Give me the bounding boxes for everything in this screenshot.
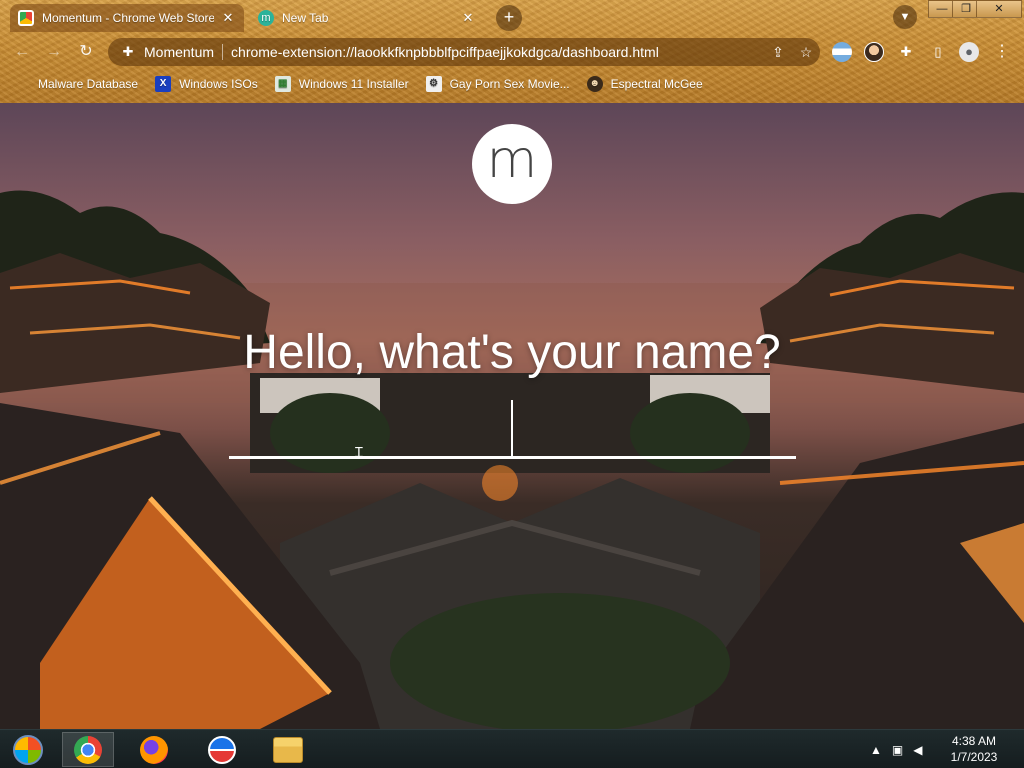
malware-database-icon [14, 76, 30, 92]
bookmark-label: Windows 11 Installer [298, 77, 409, 91]
url-text[interactable]: chrome-extension://laookkfknpbbblfpciffp… [231, 44, 764, 60]
bookmark-label: Malware Database [38, 77, 139, 91]
tab-new-tab[interactable]: m New Tab ✕ [250, 4, 484, 32]
taskbar-file-explorer[interactable] [262, 732, 314, 767]
share-icon[interactable]: ⇪ [764, 44, 792, 61]
system-tray: ▲ ▣ ◀ [870, 730, 922, 768]
text-caret [511, 400, 513, 458]
bookmark-malware-database[interactable]: Malware Database [14, 76, 138, 92]
espectral-mcgee-icon: ☻ [586, 76, 603, 92]
volume-icon[interactable]: ◀ [913, 743, 922, 757]
file-explorer-icon [273, 736, 303, 763]
back-button[interactable]: ← [10, 40, 34, 64]
star-icon[interactable]: ☆ [792, 44, 820, 61]
windows-live-icon [208, 735, 236, 764]
momentum-logo: m [472, 124, 552, 204]
windows-start-icon [13, 734, 43, 765]
close-icon[interactable]: ✕ [220, 10, 236, 26]
bookmark-site[interactable]: ⚙ Gay Porn Sex Movie... [425, 76, 570, 92]
address-bar[interactable]: ✚ Momentum chrome-extension://laookkfknp… [108, 38, 820, 66]
taskbar-firefox[interactable] [128, 732, 180, 767]
reload-button[interactable]: ↻ [74, 40, 98, 64]
momentum-dashboard: m Hello, what's your name? Ɪ [0, 103, 1024, 729]
profile-icon[interactable]: ● [959, 42, 979, 62]
bookmark-site-icon: ⚙ [425, 76, 442, 92]
bookmark-windows-11-installer[interactable]: ▦ Windows 11 Installer [274, 76, 409, 92]
tab-title: Momentum - Chrome Web Store [42, 11, 214, 25]
puzzle-icon: ✚ [122, 44, 134, 59]
firefox-icon [140, 735, 168, 764]
show-hidden-icons-icon[interactable]: ▲ [870, 743, 882, 757]
bookmark-windows-isos[interactable]: X Windows ISOs [155, 76, 258, 92]
bookmark-label: Espectral McGee [610, 77, 703, 91]
chevron-down-icon: ▼ [899, 11, 911, 23]
browser-chrome: Momentum - Chrome Web Store ✕ m New Tab … [0, 0, 1024, 103]
close-window-button[interactable]: ✕ [976, 0, 1022, 18]
chrome-web-store-icon [18, 10, 34, 26]
tab-strip: Momentum - Chrome Web Store ✕ m New Tab … [0, 0, 1024, 34]
bookmarks-bar: Malware Database X Windows ISOs ▦ Window… [0, 72, 1024, 96]
bookmark-label: Gay Porn Sex Movie... [449, 77, 570, 91]
taskbar-clock[interactable]: 4:38 AM 1/7/2023 [944, 733, 1004, 765]
menu-icon[interactable]: ⋮ [992, 42, 1012, 62]
taskbar-chrome[interactable] [62, 732, 114, 767]
site-chip[interactable]: Momentum [144, 44, 214, 60]
windows-installer-icon: ▦ [274, 76, 291, 92]
greeting-prompt: Hello, what's your name? [243, 326, 781, 379]
omnibox-divider [222, 44, 224, 60]
tab-momentum-web-store[interactable]: Momentum - Chrome Web Store ✕ [10, 4, 244, 32]
forward-button[interactable]: → [42, 40, 66, 64]
start-button[interactable] [2, 732, 54, 767]
extension-flag-icon[interactable] [832, 42, 852, 62]
network-icon[interactable]: ▣ [892, 743, 903, 757]
momentum-m-icon: m [258, 10, 274, 26]
side-panel-icon[interactable]: ▯ [928, 42, 948, 62]
windows-taskbar: ▲ ▣ ◀ 4:38 AM 1/7/2023 [0, 729, 1024, 768]
clock-date: 1/7/2023 [950, 750, 998, 764]
close-icon[interactable]: ✕ [460, 10, 476, 26]
taskbar-windows-live[interactable] [196, 732, 248, 767]
extension-avatar-icon[interactable] [864, 42, 884, 62]
mouse-ibeam-cursor: Ɪ [355, 444, 363, 460]
clock-time: 4:38 AM [951, 734, 997, 748]
tab-search-button[interactable]: ▼ [893, 5, 917, 29]
windows-isos-icon: X [155, 76, 172, 92]
bookmark-espectral-mcgee[interactable]: ☻ Espectral McGee [586, 76, 703, 92]
chrome-icon [74, 735, 102, 764]
new-tab-button[interactable]: + [496, 5, 522, 31]
tab-title: New Tab [282, 11, 329, 25]
extensions-puzzle-icon[interactable]: ✚ [896, 42, 916, 62]
bookmark-label: Windows ISOs [179, 77, 258, 91]
browser-toolbar: ← → ↻ ✚ Momentum chrome-extension://laoo… [0, 34, 1024, 70]
